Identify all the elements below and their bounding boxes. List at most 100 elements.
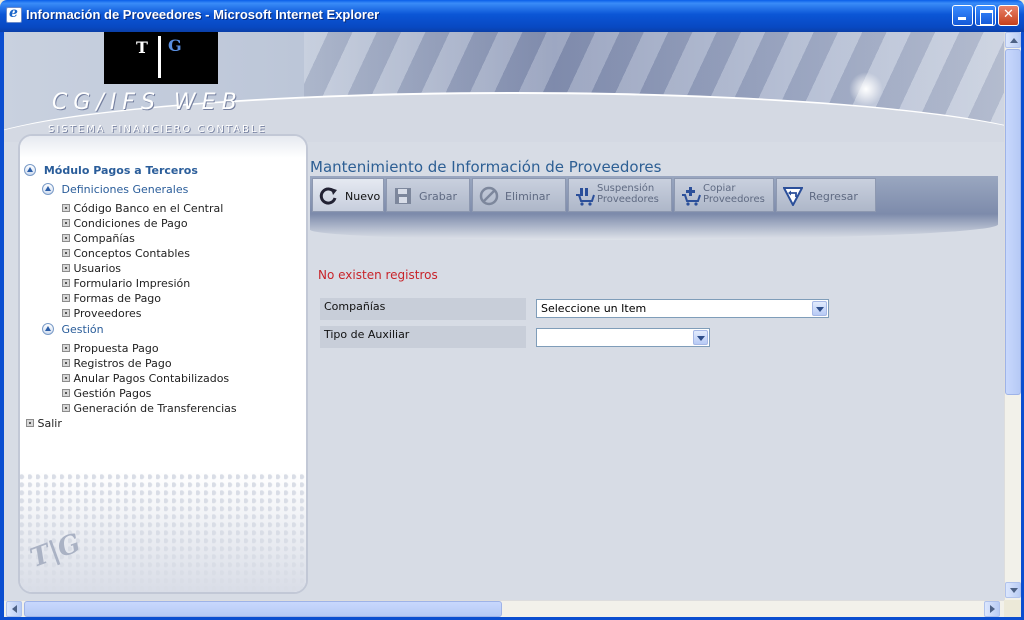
menu-group-gestion[interactable]: Gestión — [42, 323, 104, 336]
bullet-icon — [62, 309, 70, 317]
menu-item-generacion-transferencias[interactable]: Generación de Transferencias — [62, 402, 237, 415]
vertical-scroll-thumb[interactable] — [1005, 49, 1021, 395]
suspension-label: Suspensión Proveedores — [597, 183, 659, 205]
nuevo-button[interactable]: Nuevo — [312, 178, 384, 212]
app-banner: T G CG/IFS WEB SISTEMA FINANCIERO CONTAB… — [4, 32, 1004, 142]
brand-name: CG/IFS WEB — [52, 90, 243, 115]
grabar-label: Grabar — [419, 190, 458, 203]
menu-item-label: Generación de Transferencias — [73, 402, 237, 415]
copiar-label-line2: Proveedores — [703, 194, 765, 205]
bullet-icon — [62, 264, 70, 272]
window-titlebar[interactable]: Información de Proveedores - Microsoft I… — [0, 0, 1024, 32]
regresar-button[interactable]: Regresar — [776, 178, 876, 212]
bullet-icon — [62, 404, 70, 412]
bullet-icon — [62, 249, 70, 257]
ie-icon — [6, 5, 22, 23]
bullet-icon — [62, 234, 70, 242]
prohibited-icon — [479, 186, 499, 206]
companias-select-value: Seleccione un Item — [541, 302, 647, 315]
vertical-scrollbar[interactable] — [1004, 32, 1021, 600]
eliminar-label: Eliminar — [505, 190, 551, 203]
menu-item-label: Código Banco en el Central — [73, 202, 224, 215]
scroll-left-button[interactable] — [6, 601, 22, 617]
menu-item-proveedores[interactable]: Proveedores — [62, 307, 142, 320]
menu-item-label: Usuarios — [73, 262, 122, 275]
logo-bar — [158, 36, 161, 78]
collapse-icon[interactable] — [42, 183, 54, 195]
logo-t: T — [136, 38, 148, 57]
menu-item-condiciones-pago[interactable]: Condiciones de Pago — [62, 217, 188, 230]
menu-item-label: Compañías — [73, 232, 135, 245]
menu-item-formulario-impresion[interactable]: Formulario Impresión — [62, 277, 190, 290]
menu-item-codigo-banco[interactable]: Código Banco en el Central — [62, 202, 223, 215]
menu-group-label: Definiciones Generales — [61, 183, 189, 196]
menu-module-label: Módulo Pagos a Terceros — [43, 164, 198, 177]
save-icon — [395, 188, 411, 204]
menu-item-propuesta-pago[interactable]: Propuesta Pago — [62, 342, 159, 355]
horizontal-scroll-thumb[interactable] — [24, 601, 502, 617]
cart-add-icon — [682, 187, 701, 206]
chevron-down-icon[interactable] — [693, 330, 708, 345]
menu-item-label: Propuesta Pago — [73, 342, 159, 355]
menu-item-label: Formas de Pago — [73, 292, 162, 305]
window-title: Información de Proveedores - Microsoft I… — [26, 7, 380, 22]
menu-group-definiciones[interactable]: Definiciones Generales — [42, 183, 188, 196]
sparkle-icon — [849, 72, 883, 106]
no-records-message: No existen registros — [318, 268, 438, 282]
scroll-right-button[interactable] — [984, 601, 1000, 617]
cart-pause-icon — [576, 188, 595, 206]
collapse-icon[interactable] — [42, 323, 54, 335]
scroll-down-button[interactable] — [1005, 582, 1021, 598]
menu-item-label: Formulario Impresión — [73, 277, 191, 290]
bullet-icon — [62, 344, 70, 352]
logo-g: G — [168, 36, 182, 55]
scrollbar-corner — [1004, 600, 1021, 617]
nuevo-label: Nuevo — [345, 190, 381, 203]
chevron-down-icon[interactable] — [812, 301, 827, 316]
collapse-icon[interactable] — [24, 164, 36, 176]
bullet-icon — [62, 219, 70, 227]
menu-module[interactable]: Módulo Pagos a Terceros — [24, 164, 198, 177]
copiar-label: Copiar Proveedores — [703, 183, 765, 205]
sidebar-menu: T|G Módulo Pagos a Terceros Definiciones… — [18, 134, 308, 594]
maximize-button[interactable] — [975, 5, 996, 26]
bullet-icon — [62, 359, 70, 367]
back-arrow-icon — [783, 187, 803, 206]
sidebar-topband — [20, 136, 306, 158]
menu-item-label: Gestión Pagos — [73, 387, 152, 400]
copiar-proveedores-button[interactable]: Copiar Proveedores — [674, 178, 774, 212]
menu-item-label: Proveedores — [73, 307, 142, 320]
menu-item-label: Salir — [37, 417, 62, 430]
bullet-icon — [62, 294, 70, 302]
menu-item-label: Registros de Pago — [73, 357, 172, 370]
suspension-proveedores-button[interactable]: Suspensión Proveedores — [568, 178, 672, 212]
menu-item-label: Conceptos Contables — [73, 247, 190, 260]
copiar-label-line1: Copiar — [703, 183, 736, 194]
menu-item-salir[interactable]: Salir — [26, 417, 62, 430]
menu-item-usuarios[interactable]: Usuarios — [62, 262, 121, 275]
companias-select[interactable]: Seleccione un Item — [536, 299, 829, 318]
minimize-button[interactable] — [952, 5, 973, 26]
bullet-icon — [62, 204, 70, 212]
menu-item-gestion-pagos[interactable]: Gestión Pagos — [62, 387, 151, 400]
grabar-button[interactable]: Grabar — [386, 178, 470, 212]
scroll-up-button[interactable] — [1005, 32, 1021, 48]
menu-item-registros-pago[interactable]: Registros de Pago — [62, 357, 172, 370]
menu-item-formas-pago[interactable]: Formas de Pago — [62, 292, 161, 305]
eliminar-button[interactable]: Eliminar — [472, 178, 566, 212]
tipo-auxiliar-label: Tipo de Auxiliar — [320, 326, 526, 348]
menu-item-anular-pagos[interactable]: Anular Pagos Contabilizados — [62, 372, 229, 385]
close-button[interactable] — [998, 5, 1019, 26]
menu-item-label: Anular Pagos Contabilizados — [73, 372, 230, 385]
menu-item-companias[interactable]: Compañías — [62, 232, 135, 245]
tig-logo: T G — [104, 32, 218, 84]
toolbar-swoosh — [310, 214, 998, 240]
horizontal-scrollbar[interactable] — [4, 600, 1004, 617]
bullet-icon — [62, 374, 70, 382]
menu-item-conceptos-contables[interactable]: Conceptos Contables — [62, 247, 190, 260]
suspension-label-line1: Suspensión — [597, 183, 655, 194]
tipo-auxiliar-select[interactable] — [536, 328, 710, 347]
page-title: Mantenimiento de Información de Proveedo… — [310, 158, 662, 176]
menu-item-label: Condiciones de Pago — [73, 217, 188, 230]
action-toolbar: Nuevo Grabar Eliminar Suspensión Proveedo… — [310, 176, 998, 214]
